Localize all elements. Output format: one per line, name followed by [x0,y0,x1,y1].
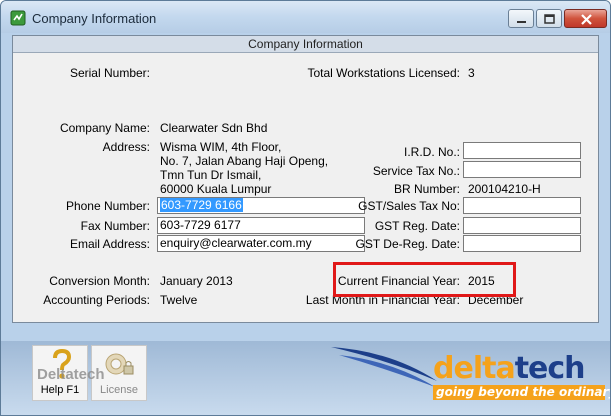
logo-part-delta: delta [433,351,516,386]
phone-number-label: Phone Number: [65,199,150,213]
gst-sales-tax-no-input[interactable] [463,197,581,214]
fax-number-label: Fax Number: [80,219,150,233]
gst-sales-tax-no-label: GST/Sales Tax No: [358,199,460,213]
address-line-2: No. 7, Jalan Abang Haji Openg, [160,154,329,168]
gst-reg-date-input[interactable] [463,217,581,234]
deltatech-logo: deltatech going beyond the ordinary! [331,341,610,413]
ird-no-input[interactable] [463,142,581,159]
ird-no-label: I.R.D. No.: [403,145,460,159]
maximize-icon [544,14,555,24]
address-line-3: Tmn Tun Dr Ismail, [160,168,262,182]
service-tax-no-label: Service Tax No.: [372,164,460,178]
minimize-button[interactable] [508,9,534,28]
deltatech-watermark: Deltatech [37,366,105,383]
company-name-value: Clearwater Sdn Bhd [160,121,268,135]
logo-wordmark: deltatech [433,351,586,386]
br-number-label: BR Number: [393,182,460,196]
swoosh-icon [331,347,437,387]
close-icon [581,14,592,25]
gst-reg-date-label: GST Reg. Date: [374,219,460,233]
close-button[interactable] [564,9,607,28]
address-line-1: Wisma WIM, 4th Floor, [160,140,282,154]
conversion-month-label: Conversion Month: [49,274,150,288]
app-icon [10,10,26,26]
conversion-month-value: January 2013 [160,274,233,288]
address-value: Wisma WIM, 4th Floor, No. 7, Jalan Abang… [160,140,328,196]
br-number-value: 200104210-H [468,182,541,196]
title-bar[interactable]: Company Information [1,1,610,33]
service-tax-no-input[interactable] [463,161,581,178]
address-line-4: 60000 Kuala Lumpur [160,182,272,196]
minimize-icon [517,21,526,23]
license-label: License [100,384,138,396]
maximize-button[interactable] [536,9,562,28]
panel-header: Company Information [13,36,598,53]
company-information-window: Company Information Company Information … [0,0,611,416]
serial-number-label: Serial Number: [69,66,150,80]
accounting-periods-label: Accounting Periods: [43,293,150,307]
accounting-periods-value: Twelve [160,293,198,307]
logo-part-tech: tech [514,351,586,386]
address-label: Address: [102,140,150,154]
logo-tagline: going beyond the ordinary! [433,385,610,400]
total-workstations-value: 3 [468,66,475,80]
email-address-label: Email Address: [69,237,150,251]
help-label: Help F1 [40,384,80,396]
gst-dereg-date-input[interactable] [463,235,581,252]
current-financial-year-highlight [333,262,516,297]
window-title: Company Information [32,11,157,26]
total-workstations-label: Total Workstations Licensed: [307,66,460,80]
phone-number-selected-text: 603-7729 6166 [160,198,243,212]
company-name-label: Company Name: [59,121,150,135]
gst-dereg-date-label: GST De-Reg. Date: [355,237,460,251]
